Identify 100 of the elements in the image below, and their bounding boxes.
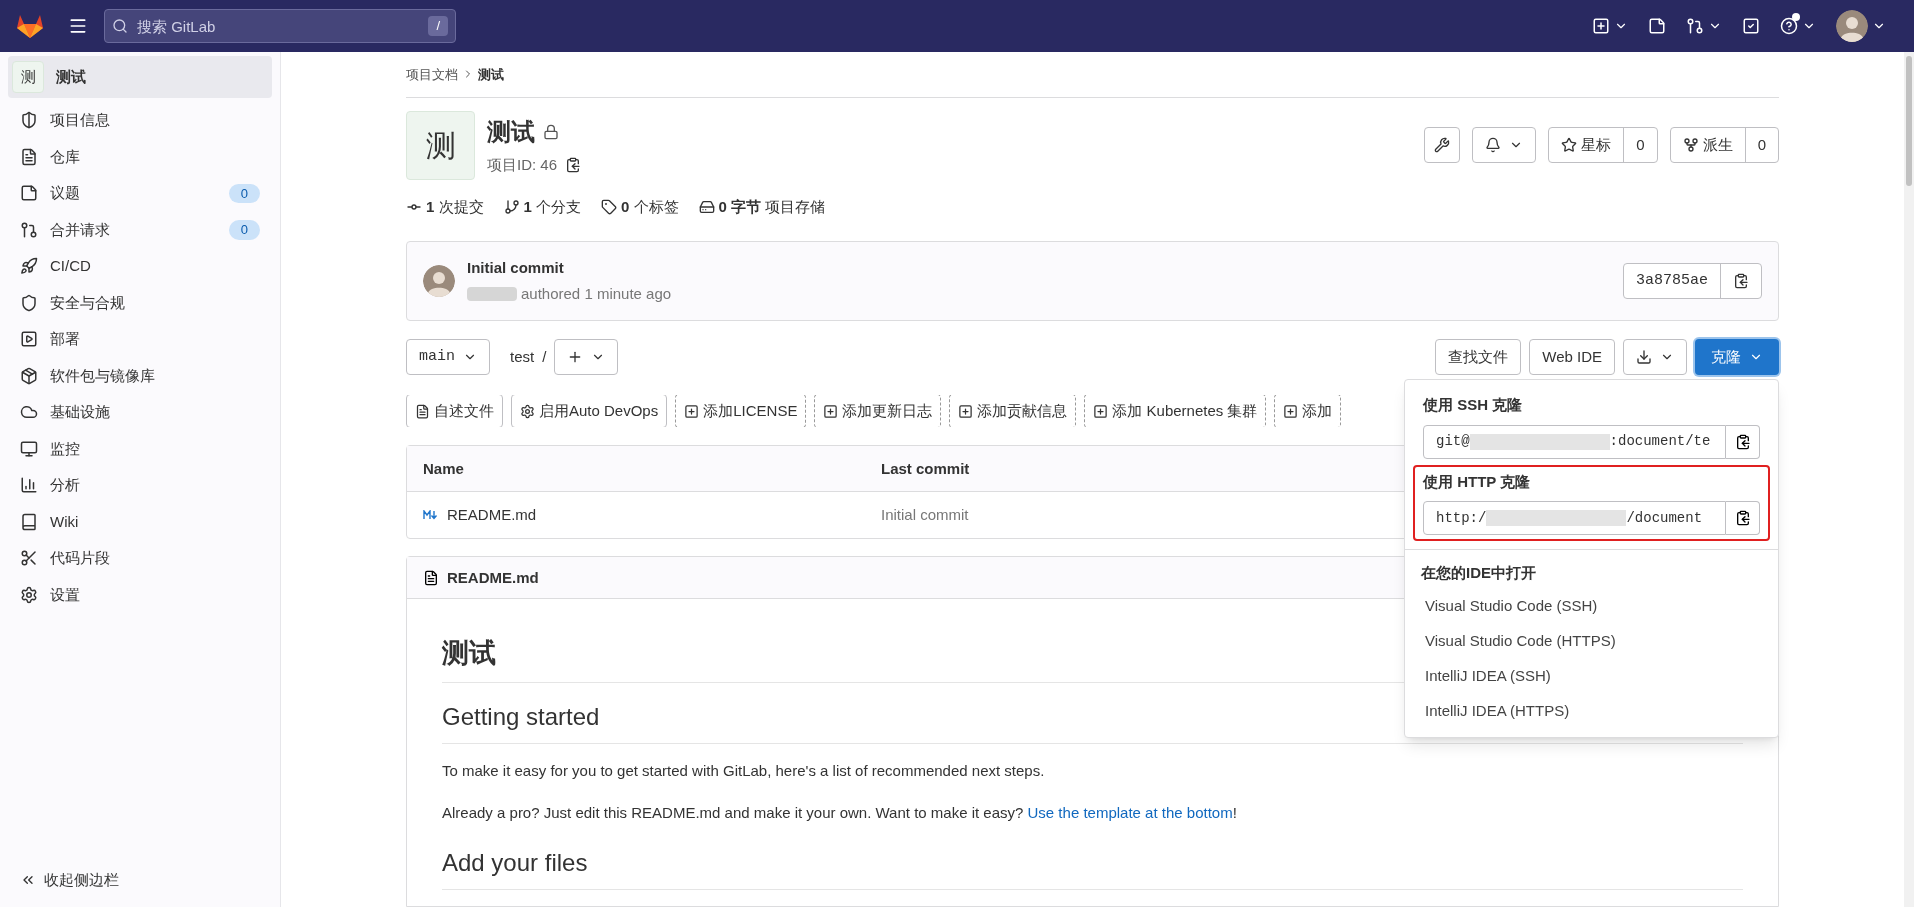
collapse-sidebar-button[interactable]: 收起侧边栏 (8, 868, 272, 891)
wrench-icon (1434, 137, 1451, 154)
copy-icon[interactable] (1733, 273, 1749, 290)
shortcut-key: / (428, 16, 448, 36)
stat-link[interactable]: 0 字节 项目存储 (718, 195, 826, 219)
copy-button[interactable] (1726, 501, 1760, 536)
document-icon (20, 147, 38, 166)
settings-icon (520, 403, 535, 419)
fork-button[interactable]: 派生 (1670, 128, 1746, 163)
bell-icon (1485, 137, 1502, 154)
note-icon (20, 184, 38, 203)
plus-square-icon (823, 403, 839, 419)
path-segment[interactable]: test (510, 345, 535, 369)
sidebar-item[interactable]: Wiki (8, 503, 272, 540)
settings-button[interactable] (1424, 127, 1461, 164)
menu-item[interactable]: IntelliJ IDEA (HTTPS) (1405, 693, 1778, 729)
plus-square-icon (1592, 17, 1610, 35)
copy-button[interactable] (1726, 424, 1760, 459)
plus-square-icon (958, 403, 974, 419)
menu-icon[interactable] (68, 16, 88, 36)
menu-item[interactable]: IntelliJ IDEA (SSH) (1405, 658, 1778, 694)
path-separator: / (542, 346, 547, 367)
project-item[interactable]: 测 测试 (8, 56, 272, 98)
sidebar-item[interactable]: 仓库 (8, 138, 272, 175)
star-icon (1561, 137, 1578, 154)
count-badge: 0 (228, 220, 260, 240)
sidebar-item[interactable]: 基础设施 (8, 394, 272, 431)
breadcrumb-link[interactable]: 项目文档 (406, 64, 458, 85)
plus-square-icon (1283, 403, 1299, 419)
sidebar-item[interactable]: 项目信息 (8, 102, 272, 139)
repo-button[interactable]: 查找文件 (1435, 339, 1522, 376)
sidebar-item[interactable]: 设置 (8, 576, 272, 613)
sidebar-item[interactable]: CI/CD (8, 248, 272, 285)
sidebar-item[interactable]: 监控 (8, 430, 272, 467)
new-menu-button[interactable] (1592, 17, 1628, 35)
author-avatar (423, 265, 455, 298)
play-icon (20, 330, 38, 349)
notification-button[interactable] (1472, 127, 1537, 164)
shield-icon (20, 111, 38, 130)
star-count[interactable]: 0 (1624, 133, 1657, 157)
settings-icon (20, 585, 38, 604)
download-button[interactable] (1623, 339, 1687, 376)
merge-requests-button[interactable] (1686, 17, 1722, 35)
branch-selector[interactable]: main (406, 339, 490, 376)
storage-icon (698, 198, 715, 215)
stat-link[interactable]: 0 个标签 (621, 195, 679, 219)
plus-square-icon (684, 403, 700, 419)
add-menu-button[interactable] (554, 339, 619, 376)
issues-icon[interactable] (1648, 17, 1666, 35)
template-link[interactable]: Use the template at the bottom (1027, 804, 1233, 822)
help-icon (1780, 17, 1798, 35)
sidebar-item[interactable]: 议题 0 (8, 175, 272, 212)
monitor-icon (20, 439, 38, 458)
section-label: 使用 HTTP 克隆 (1423, 471, 1532, 492)
document-icon (423, 570, 439, 586)
stat-link[interactable]: 1 次提交 (426, 195, 484, 219)
user-menu-button[interactable] (1836, 10, 1886, 42)
merge-request-icon (1686, 17, 1704, 35)
clone-url-field[interactable]: git@ :document/te (1423, 424, 1726, 459)
sidebar-item[interactable]: 部署 (8, 321, 272, 358)
repo-button[interactable]: Web IDE (1529, 339, 1615, 376)
project-id: 项目ID: 46 (487, 154, 558, 175)
scrollbar[interactable] (1904, 52, 1914, 907)
clone-url-field[interactable]: http:/ /document (1423, 501, 1726, 536)
sidebar-item[interactable]: 分析 (8, 467, 272, 504)
sidebar-item[interactable]: 代码片段 (8, 540, 272, 577)
document-icon (415, 403, 430, 419)
commit-title[interactable]: Initial commit (467, 256, 672, 280)
section-label: 使用 SSH 克隆 (1423, 395, 1524, 416)
menu-item[interactable]: Visual Studio Code (HTTPS) (1405, 623, 1778, 659)
todo-icon[interactable] (1742, 17, 1760, 35)
package-icon (20, 366, 38, 385)
tag-icon (601, 198, 618, 215)
sidebar-item[interactable]: 合并请求 0 (8, 211, 272, 248)
scissors-icon (20, 549, 38, 568)
readme-heading: Add your files (442, 845, 1743, 890)
user-avatar (1836, 10, 1868, 42)
shield-icon (20, 293, 38, 312)
file-link[interactable]: README.md (447, 504, 537, 527)
copy-icon[interactable] (565, 157, 582, 174)
breadcrumb-link[interactable]: 测试 (478, 64, 504, 85)
commit-meta: authored 1 minute ago (467, 283, 672, 306)
sidebar-item[interactable]: 软件包与镜像库 (8, 357, 272, 394)
fox-logo-icon[interactable] (16, 13, 44, 39)
markdown-icon (423, 510, 439, 521)
search-icon (112, 18, 128, 34)
count-badge: 0 (228, 183, 260, 203)
clone-button[interactable]: 克隆 (1695, 339, 1779, 376)
readme-paragraph: To make it easy for you to get started with GitLab, here's a list of recommended next steps. (442, 761, 1046, 781)
readme-filename[interactable]: README.md (447, 566, 539, 590)
project-avatar: 测 (406, 110, 475, 180)
copy-icon (1734, 433, 1751, 450)
readme-paragraph: Already a pro? Just edit this README.md and make it your own. Want to make it easy? Use the template at the bottom! (442, 803, 1238, 824)
rocket-icon (20, 257, 38, 276)
commit-message[interactable]: Initial commit (881, 504, 969, 527)
stat-link[interactable]: 1 个分支 (523, 195, 582, 219)
menu-item[interactable]: Visual Studio Code (SSH) (1405, 588, 1778, 624)
sidebar-item[interactable]: 安全与合规 (8, 284, 272, 321)
star-button[interactable]: 星标 (1549, 128, 1625, 163)
fork-count[interactable]: 0 (1745, 133, 1778, 157)
